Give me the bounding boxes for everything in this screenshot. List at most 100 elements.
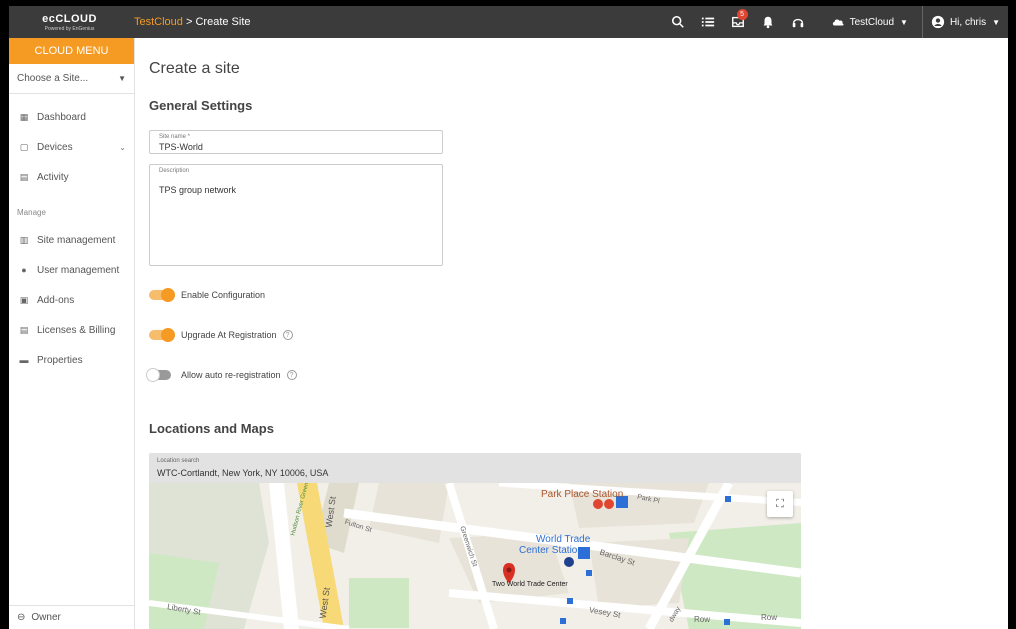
page-title: Create a site xyxy=(149,60,240,77)
sidebar-item-label: Site management xyxy=(37,234,116,246)
user-circle-icon xyxy=(931,15,945,29)
user-menu[interactable]: Hi, chris ▼ xyxy=(921,6,1008,38)
sidebar-item-label: Dashboard xyxy=(37,111,86,123)
top-icons: 5 TestCloud ▼ Hi, chris ▼ xyxy=(663,6,1008,38)
chevron-down-icon: ▼ xyxy=(900,17,908,27)
org-name: TestCloud xyxy=(849,16,895,28)
chevron-down-icon: ▼ xyxy=(992,17,1000,27)
toggle-label: Allow auto re-registration xyxy=(181,370,281,380)
logo-subtext: Powered by EnGenius xyxy=(44,25,95,32)
toggle-label: Upgrade At Registration xyxy=(181,330,277,340)
map-transit-small xyxy=(725,496,731,502)
sidebar-item-activity[interactable]: ▤ Activity xyxy=(9,162,134,192)
help-icon[interactable]: ? xyxy=(282,330,293,340)
sidebar-item-properties[interactable]: ▬ Properties xyxy=(9,345,134,375)
description-value: TPS group network xyxy=(159,185,237,195)
chevron-down-icon: ⌄ xyxy=(119,142,126,152)
cloud-menu-header: CLOUD MENU xyxy=(9,38,134,64)
sidebar-item-label: Licenses & Billing xyxy=(37,324,116,336)
map-label-park-place: Park Place Station xyxy=(541,489,624,500)
location-map[interactable]: Park Place Station Park Pl World Trade C… xyxy=(149,483,801,629)
top-bar: ecCLOUD Powered by EnGenius TestCloud > … xyxy=(9,6,1008,38)
location-search-label: Location search xyxy=(157,458,200,464)
owner-label: Owner xyxy=(31,612,61,623)
map-transit-e xyxy=(564,557,574,567)
app-window: ecCLOUD Powered by EnGenius TestCloud > … xyxy=(9,6,1008,629)
sidebar-item-label: User management xyxy=(37,264,120,276)
activity-icon: ▤ xyxy=(19,171,29,182)
locations-maps-title: Locations and Maps xyxy=(149,421,274,436)
map-label-row-1: Row xyxy=(694,615,711,624)
sidebar-item-label: Activity xyxy=(37,171,69,183)
inbox-icon[interactable]: 5 xyxy=(723,6,753,38)
allow-auto-reregistration-row: Allow auto re-registration ? xyxy=(146,368,297,382)
sidebar-item-devices[interactable]: ▢ Devices ⌄ xyxy=(9,132,134,162)
help-icon[interactable]: ? xyxy=(286,370,297,380)
description-field[interactable]: Description TPS group network xyxy=(149,164,443,266)
license-icon: ▤ xyxy=(19,324,29,335)
manage-section-label: Manage xyxy=(17,208,46,217)
sidebar-item-label: Devices xyxy=(37,141,73,153)
map-transit-small xyxy=(560,618,566,624)
map-transit-small xyxy=(724,619,730,625)
sidebar-item-label: Add-ons xyxy=(37,294,75,306)
search-icon[interactable] xyxy=(663,6,693,38)
logo-text: ecCLOUD xyxy=(42,12,97,25)
sidebar: CLOUD MENU Choose a Site... ▼ ▦ Dashboar… xyxy=(9,38,135,629)
sidebar-item-label: Properties xyxy=(37,354,83,366)
map-marker-dot xyxy=(506,567,512,573)
sidebar-item-user-management[interactable]: ● User management xyxy=(9,255,134,285)
user-greeting: Hi, chris xyxy=(949,16,987,28)
owner-role[interactable]: ⊖ Owner xyxy=(9,605,134,629)
breadcrumb-current: Create Site xyxy=(195,16,251,28)
enable-configuration-toggle[interactable] xyxy=(149,288,175,302)
map-label-two-wtc: Two World Trade Center xyxy=(492,581,568,588)
site-chooser-label: Choose a Site... xyxy=(17,73,89,84)
addons-icon: ▣ xyxy=(19,294,29,305)
general-settings-title: General Settings xyxy=(149,98,253,113)
map-park-center xyxy=(349,578,409,628)
map-label-row-2: Row xyxy=(761,613,778,622)
fullscreen-icon[interactable]: ⛶ xyxy=(767,491,793,517)
site-name-value: TPS-World xyxy=(159,142,203,152)
map-transit-3 xyxy=(604,499,614,509)
main-content: Create a site General Settings Site name… xyxy=(135,38,1008,629)
map-transit-2 xyxy=(593,499,603,509)
allow-auto-reregistration-toggle[interactable] xyxy=(146,368,171,382)
enable-configuration-row: Enable Configuration xyxy=(149,288,266,302)
org-switcher[interactable]: TestCloud ▼ xyxy=(813,6,916,38)
map-label-wtc-station-2: Center Station xyxy=(519,545,583,556)
site-name-field[interactable]: Site name * TPS-World xyxy=(149,130,443,154)
site-icon: ▥ xyxy=(19,234,29,245)
sidebar-item-add-ons[interactable]: ▣ Add-ons xyxy=(9,285,134,315)
toggle-label: Enable Configuration xyxy=(181,290,266,300)
user-icon: ● xyxy=(21,265,27,275)
bell-icon[interactable] xyxy=(753,6,783,38)
inbox-badge: 5 xyxy=(736,9,748,20)
chevron-down-icon: ▼ xyxy=(118,74,126,83)
location-search-value: WTC-Cortlandt, New York, NY 10006, USA xyxy=(157,468,329,478)
headset-icon[interactable] xyxy=(783,6,813,38)
properties-icon: ▬ xyxy=(19,355,29,365)
sidebar-item-licenses-billing[interactable]: ▤ Licenses & Billing xyxy=(9,315,134,345)
sidebar-item-site-management[interactable]: ▥ Site management xyxy=(9,225,134,255)
map-transit-small xyxy=(586,570,592,576)
location-search-input[interactable]: Location search WTC-Cortlandt, New York,… xyxy=(149,453,801,483)
app-logo[interactable]: ecCLOUD Powered by EnGenius xyxy=(9,6,130,38)
dashboard-icon: ▦ xyxy=(19,111,29,122)
breadcrumb-separator: > xyxy=(185,16,193,28)
devices-icon: ▢ xyxy=(19,141,29,152)
breadcrumb: TestCloud > Create Site xyxy=(134,16,251,28)
sidebar-item-dashboard[interactable]: ▦ Dashboard xyxy=(9,102,134,132)
map-transit-small xyxy=(567,598,573,604)
user-circle-icon: ⊖ xyxy=(17,612,26,623)
site-name-label: Site name * xyxy=(159,134,191,140)
list-icon[interactable] xyxy=(693,6,723,38)
cloud-icon xyxy=(832,19,844,26)
breadcrumb-org-link[interactable]: TestCloud xyxy=(134,16,183,28)
site-chooser-dropdown[interactable]: Choose a Site... ▼ xyxy=(9,64,134,94)
description-label: Description xyxy=(159,168,190,174)
upgrade-at-registration-row: Upgrade At Registration ? xyxy=(149,328,293,342)
map-label-wtc-station-1: World Trade xyxy=(536,534,591,545)
upgrade-at-registration-toggle[interactable] xyxy=(149,328,175,342)
